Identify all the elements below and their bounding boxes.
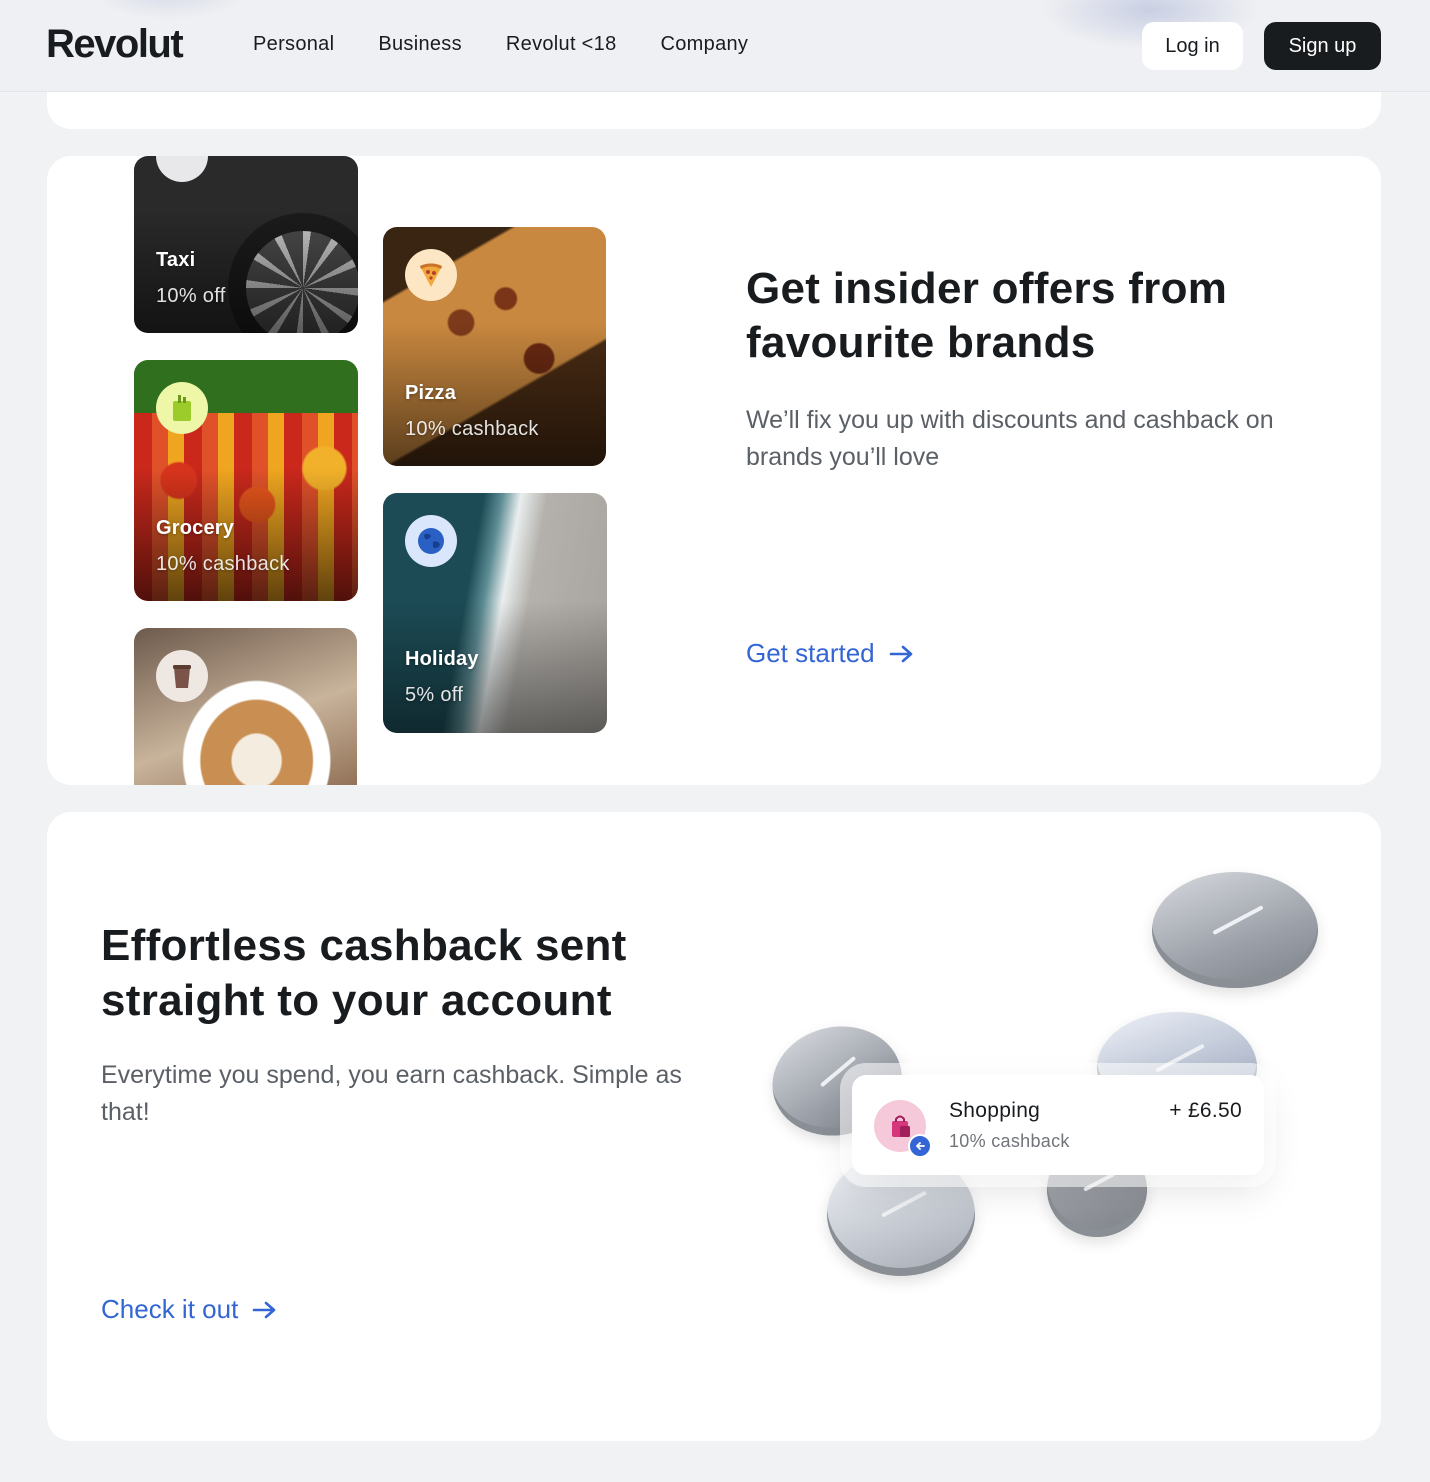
transaction-name: Shopping [949, 1099, 1041, 1122]
site-header: Revolut Personal Business Revolut <18 Co… [0, 0, 1430, 92]
header-glow [90, 0, 250, 20]
main-nav: Personal Business Revolut <18 Company [253, 33, 792, 56]
offer-tile-grocery[interactable]: Grocery 10% cashback [134, 360, 358, 601]
pizza-slice-icon [405, 249, 457, 301]
offer-value: 10% off [156, 285, 226, 307]
check-it-out-link[interactable]: Check it out [101, 1294, 278, 1325]
offer-label: Pizza [405, 382, 457, 404]
offer-label: Grocery [156, 517, 235, 539]
transaction-cashback: 10% cashback [949, 1131, 1070, 1151]
offers-section: Taxi 10% off Grocery 10% cashback Pizza … [47, 156, 1381, 785]
nav-company[interactable]: Company [661, 33, 749, 56]
offer-tile-taxi[interactable]: Taxi 10% off [134, 156, 358, 333]
offer-value: 10% cashback [405, 418, 539, 440]
get-started-label: Get started [746, 638, 875, 668]
offers-description: We’ll fix you up with discounts and cash… [746, 406, 1274, 471]
transaction-card: Shopping 10% cashback + £6.50 [852, 1075, 1264, 1175]
cashback-section: Effortless cashback sent straight to you… [47, 812, 1381, 1441]
arrow-right-icon [252, 1301, 276, 1318]
offer-tile-holiday[interactable]: Holiday 5% off [383, 493, 607, 733]
coffee-cup-icon [156, 650, 208, 702]
get-started-link[interactable]: Get started [746, 638, 915, 669]
globe-icon [405, 515, 457, 567]
offer-label: Taxi [156, 249, 196, 271]
nav-business[interactable]: Business [378, 33, 462, 56]
coin-illustration [1152, 872, 1318, 988]
revolut-logo[interactable]: Revolut [46, 22, 184, 67]
check-it-out-label: Check it out [101, 1294, 239, 1324]
offer-value: 10% cashback [156, 553, 290, 575]
transaction-amount: + £6.50 [1169, 1099, 1242, 1122]
nav-personal[interactable]: Personal [253, 33, 334, 56]
cashback-title: Effortless cashback sent straight to you… [101, 921, 627, 1025]
cashback-description: Everytime you spend, you earn cashback. … [101, 1061, 682, 1126]
shopping-bag-icon [874, 1100, 932, 1158]
offer-label: Holiday [405, 648, 479, 670]
login-button[interactable]: Log in [1142, 22, 1243, 70]
grocery-bag-icon [156, 382, 208, 434]
signup-button[interactable]: Sign up [1264, 22, 1381, 70]
offer-tile-coffee[interactable] [134, 628, 357, 785]
offers-title: Get insider offers from favourite brands [746, 264, 1228, 367]
offer-value: 5% off [405, 684, 464, 706]
cashback-return-icon [908, 1134, 932, 1158]
nav-revolut-under-18[interactable]: Revolut <18 [506, 33, 617, 56]
offer-tile-pizza[interactable]: Pizza 10% cashback [383, 227, 606, 466]
arrow-right-icon [889, 645, 912, 662]
